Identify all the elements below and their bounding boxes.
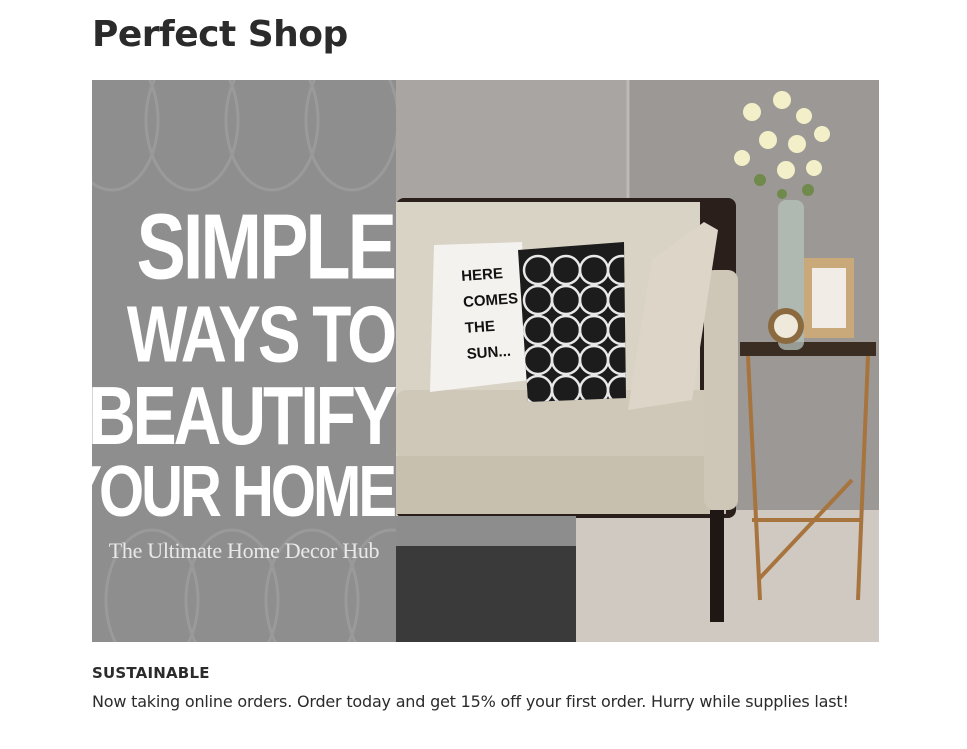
hero-headline-line-3: BEAUTIFY [92,368,397,462]
pillow-line: THE [464,317,496,337]
pillow-line: COMES [462,290,519,311]
pillow-line: SUN... [466,342,512,363]
hero-text-panel: SIMPLE WAYS TO BEAUTIFY YOUR HOME The Ul… [92,80,397,642]
hero-headline-line-4: YOUR HOME [92,450,397,532]
page: Perfect Shop SIMPLE WAYS TO BEAUTIFY YOU… [0,0,967,749]
pillow-print-text: HERE COMES THE SUN... [460,260,522,368]
feature-description: Now taking online orders. Order today an… [92,692,849,711]
hero-headline-line-2: WAYS TO [126,289,397,379]
hero-banner-image: SIMPLE WAYS TO BEAUTIFY YOUR HOME The Ul… [92,80,879,642]
feature-heading: SUSTAINABLE [92,664,210,682]
pillow-line: HERE [460,265,504,285]
page-title: Perfect Shop [92,14,348,55]
hero-headline-line-1: SIMPLE [136,194,397,299]
hero-tagline: The Ultimate Home Decor Hub [108,538,380,563]
